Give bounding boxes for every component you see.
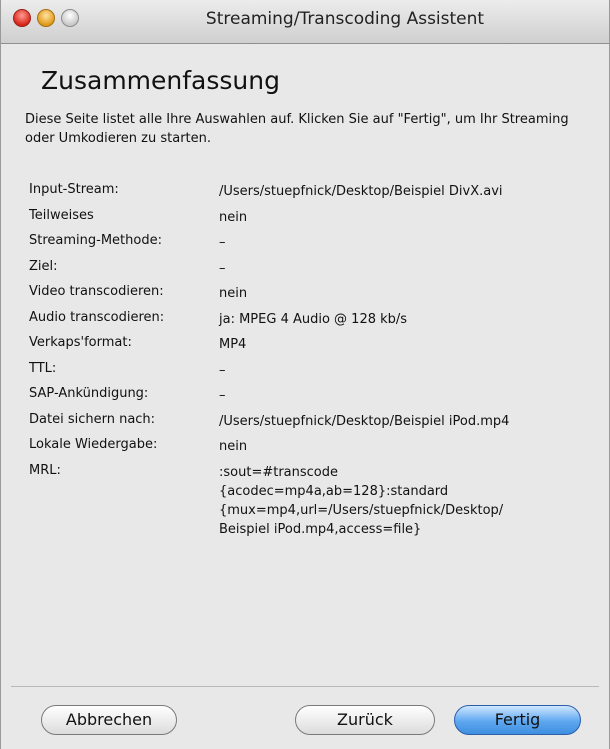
summary-row-sap-announcement: SAP-Ankündigung: – [29, 386, 589, 412]
summary-label: Verkaps'format: [29, 335, 132, 350]
summary-row-ttl: TTL: – [29, 361, 589, 387]
summary-value: – [219, 362, 226, 378]
summary-value: – [219, 260, 226, 276]
back-button[interactable]: Zurück [295, 705, 435, 735]
mrl-line: {acodec=mp4a,ab=128}:standard [219, 483, 449, 499]
assistant-window: Streaming/Transcoding Assistent Zusammen… [0, 0, 610, 749]
summary-row-save-file: Datei sichern nach: /Users/stuepfnick/De… [29, 412, 589, 438]
summary-value: MP4 [219, 337, 247, 352]
footer-divider [11, 686, 599, 687]
mrl-line: {mux=mp4,url=/Users/stuepfnick/Desktop/ [219, 502, 504, 518]
finish-button[interactable]: Fertig [454, 705, 581, 735]
summary-label: Datei sichern nach: [29, 411, 156, 427]
summary-row-streaming-method: Streaming-Methode: – [29, 233, 589, 259]
summary-label: Lokale Wiedergabe: [29, 437, 158, 452]
summary-label: Audio transcodieren: [29, 309, 165, 325]
cancel-button[interactable]: Abbrechen [41, 705, 177, 735]
summary-value: – [219, 388, 226, 403]
summary-label: SAP-Ankündigung: [29, 386, 149, 401]
summary-value: nein [219, 286, 248, 301]
summary-row-input-stream: Input-Stream: /Users/stuepfnick/Desktop/… [29, 182, 589, 208]
summary-value: ja: MPEG 4 Audio @ 128 kb/s [219, 311, 408, 327]
summary-label: Ziel: [29, 258, 58, 274]
mrl-line: :sout=#transcode [219, 464, 338, 480]
summary-row-destination: Ziel: – [29, 259, 589, 285]
summary-label: Video transcodieren: [29, 284, 164, 299]
summary-row-partial: Teilweises nein [29, 208, 589, 234]
summary-list: Input-Stream: /Users/stuepfnick/Desktop/… [29, 182, 589, 553]
mrl-line: Beispiel iPod.mp4,access=file} [219, 521, 422, 537]
title-bar: Streaming/Transcoding Assistent [1, 0, 609, 44]
summary-row-video-transcode: Video transcodieren: nein [29, 284, 589, 310]
summary-row-local-playback: Lokale Wiedergabe: nein [29, 437, 589, 463]
summary-label: MRL: [29, 462, 61, 478]
summary-value: nein [219, 439, 248, 454]
mrl-value: :sout=#transcode {acodec=mp4a,ab=128}:st… [219, 463, 599, 539]
summary-row-audio-transcode: Audio transcodieren: ja: MPEG 4 Audio @ … [29, 310, 589, 336]
summary-value: – [219, 235, 226, 250]
page-title: Zusammenfassung [41, 66, 280, 95]
window-title: Streaming/Transcoding Assistent [205, 9, 485, 29]
summary-row-mrl: MRL: :sout=#transcode {acodec=mp4a,ab=12… [29, 463, 589, 553]
summary-label: TTL: [29, 360, 57, 376]
page-intro: Diese Seite listet alle Ihre Auswahlen a… [25, 112, 569, 146]
summary-value: /Users/stuepfnick/Desktop/Beispiel iPod.… [219, 413, 510, 429]
summary-value: nein [219, 209, 248, 225]
summary-label: Teilweises [29, 207, 94, 223]
summary-label: Input-Stream: [29, 182, 119, 197]
summary-row-encapsulation-format: Verkaps'format: MP4 [29, 335, 589, 361]
summary-label: Streaming-Methode: [29, 233, 162, 248]
summary-value: /Users/stuepfnick/Desktop/Beispiel DivX.… [219, 184, 503, 199]
